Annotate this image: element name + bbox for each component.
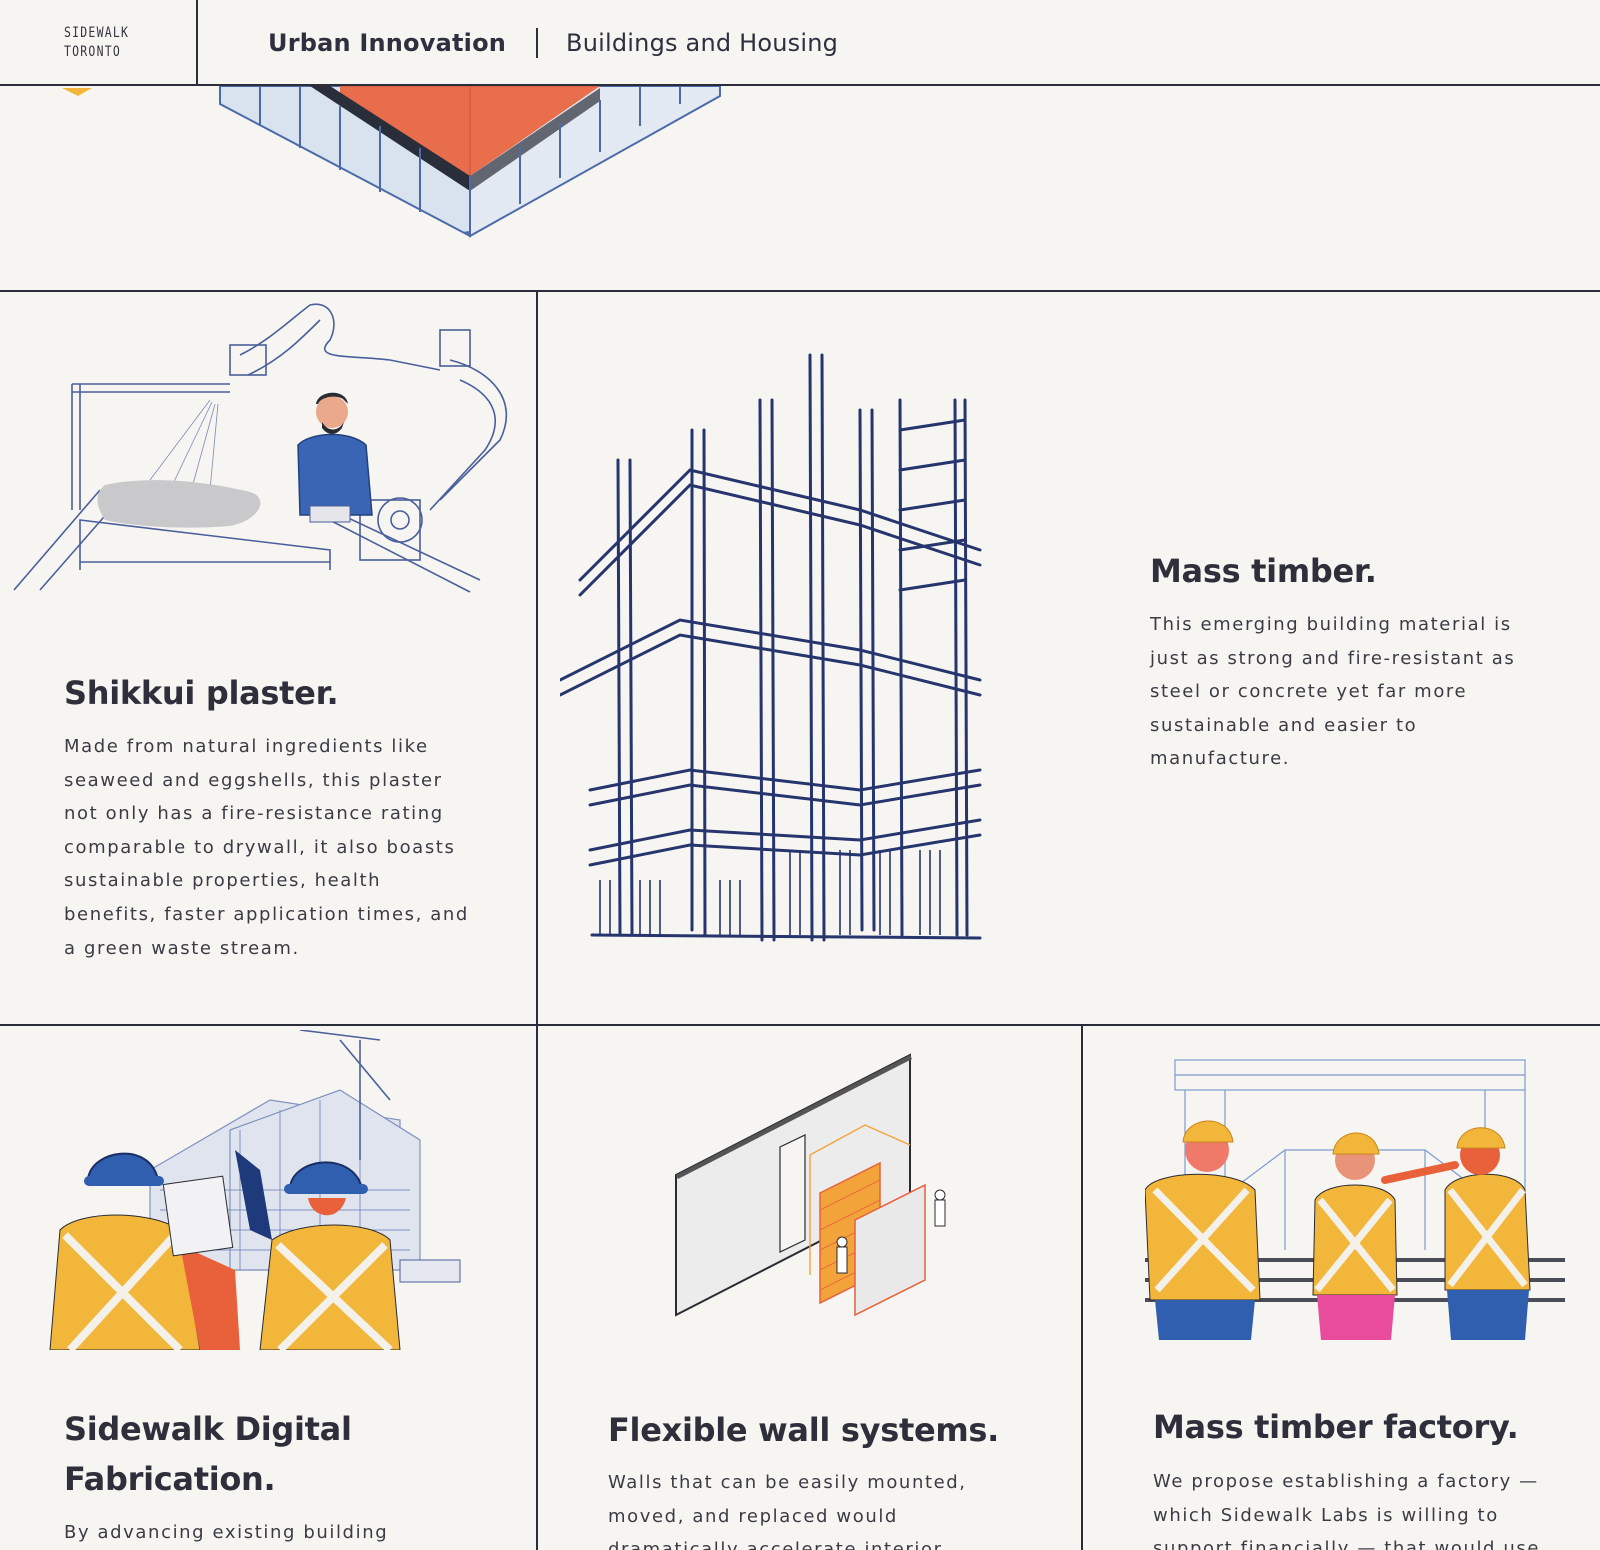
flex-wall-body: Walls that can be easily mounted, moved,…	[608, 1472, 967, 1550]
digital-fab-title: Sidewalk Digital Fabrication.	[64, 1410, 352, 1498]
digital-fab-body: By advancing existing building	[64, 1522, 389, 1543]
divider-row-1	[0, 290, 1600, 292]
nav-urban-innovation[interactable]: Urban Innovation	[268, 29, 506, 57]
divider-row-2	[0, 1024, 1600, 1026]
factory-body: We propose establishing a factory — whic…	[1153, 1471, 1541, 1550]
nav-buildings-housing[interactable]: Buildings and Housing	[566, 29, 838, 57]
mass-timber-frame-illustration	[560, 350, 1020, 970]
factory-workers-illustration	[1145, 1050, 1565, 1340]
construction-workers-illustration	[40, 1030, 490, 1350]
logo-line-1: SIDEWALK	[64, 25, 130, 41]
divider-col-3	[1081, 1024, 1083, 1550]
breadcrumb: Urban Innovation Buildings and Housing	[268, 26, 838, 60]
flex-wall-title: Flexible wall systems.	[608, 1411, 999, 1449]
building-section-illustration	[0, 86, 760, 246]
mass-timber-body: This emerging building material is just …	[1150, 614, 1516, 770]
breadcrumb-divider	[536, 28, 539, 58]
flexible-wall-illustration	[660, 1045, 980, 1325]
site-header: SIDEWALK TORONTO Urban Innovation Buildi…	[0, 0, 1600, 86]
logo-link[interactable]: SIDEWALK TORONTO	[0, 0, 198, 85]
shikkui-title: Shikkui plaster.	[64, 674, 339, 712]
divider-col-2	[536, 1024, 538, 1550]
shikkui-body: Made from natural ingredients like seawe…	[64, 736, 469, 959]
factory-title: Mass timber factory.	[1153, 1408, 1519, 1446]
mass-timber-title: Mass timber.	[1150, 552, 1377, 590]
divider-col-1	[536, 290, 538, 1026]
logo-line-2: TORONTO	[64, 44, 122, 60]
plaster-robot-illustration	[10, 300, 530, 610]
logo: SIDEWALK TORONTO	[64, 24, 129, 62]
